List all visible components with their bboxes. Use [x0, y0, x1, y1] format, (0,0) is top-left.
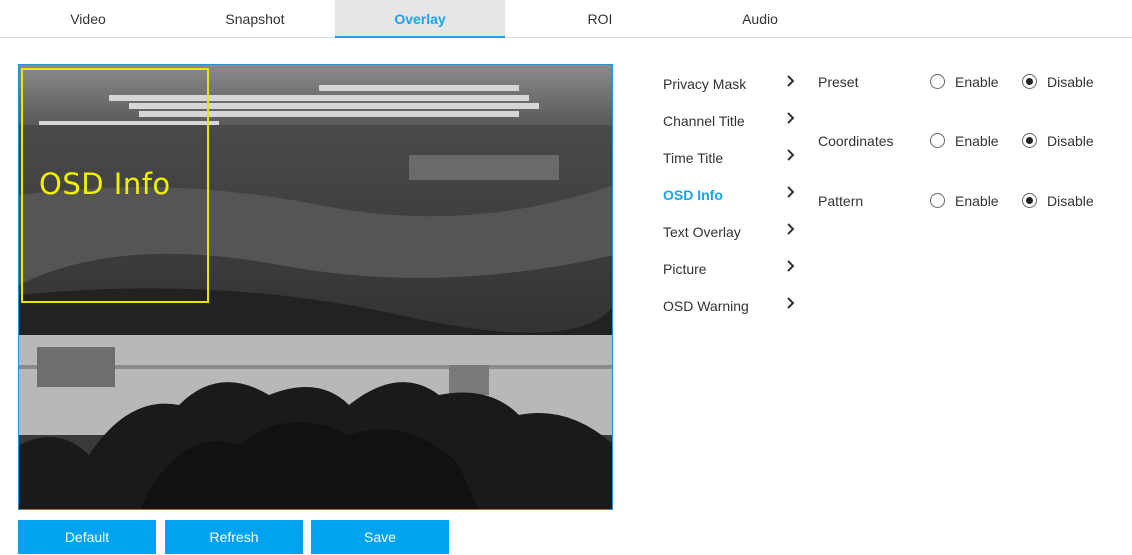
submenu-item-label: Picture — [663, 261, 707, 277]
radio-label: Enable — [955, 74, 999, 90]
setting-label: Preset — [818, 74, 859, 90]
tab-bar: Video Snapshot Overlay ROI Audio — [0, 0, 1132, 38]
submenu-item-osd-warning[interactable]: OSD Warning — [663, 288, 813, 324]
radio-circle-icon — [930, 193, 945, 208]
tab-snapshot[interactable]: Snapshot — [195, 0, 315, 38]
refresh-button[interactable]: Refresh — [165, 520, 303, 554]
radio-selected-dot — [1026, 197, 1033, 204]
radio-label: Disable — [1047, 193, 1094, 209]
tab-audio[interactable]: Audio — [710, 0, 810, 38]
chevron-right-icon — [787, 112, 795, 124]
default-button[interactable]: Default — [18, 520, 156, 554]
submenu-item-label: OSD Warning — [663, 298, 749, 314]
radio-label: Enable — [955, 193, 999, 209]
tab-overlay[interactable]: Overlay — [335, 0, 505, 38]
radio-circle-icon — [1022, 74, 1037, 89]
submenu-item-channel-title[interactable]: Channel Title — [663, 103, 813, 139]
tab-roi[interactable]: ROI — [555, 0, 645, 38]
submenu-item-label: Privacy Mask — [663, 76, 747, 92]
submenu-item-label: Time Title — [663, 150, 724, 166]
save-button[interactable]: Save — [311, 520, 449, 554]
osd-overlay-text: OSD Info — [39, 167, 171, 201]
submenu-item-picture[interactable]: Picture — [663, 251, 813, 287]
radio-circle-icon — [1022, 193, 1037, 208]
radio-circle-icon — [930, 74, 945, 89]
chevron-right-icon — [787, 75, 795, 87]
radio-circle-icon — [930, 133, 945, 148]
submenu-item-label: OSD Info — [663, 187, 723, 203]
radio-label: Disable — [1047, 74, 1094, 90]
radio-selected-dot — [1026, 78, 1033, 85]
submenu-item-label: Channel Title — [663, 113, 745, 129]
setting-row-preset: Preset Enable Disable — [818, 71, 1118, 95]
setting-row-pattern: Pattern Enable Disable — [818, 190, 1118, 214]
chevron-right-icon — [787, 149, 795, 161]
chevron-right-icon — [787, 186, 795, 198]
submenu-item-text-overlay[interactable]: Text Overlay — [663, 214, 813, 250]
chevron-right-icon — [787, 260, 795, 272]
setting-label: Pattern — [818, 193, 864, 209]
setting-label: Coordinates — [818, 133, 894, 149]
radio-label: Disable — [1047, 133, 1094, 149]
chevron-right-icon — [787, 223, 795, 235]
chevron-right-icon — [787, 297, 795, 309]
submenu-item-label: Text Overlay — [663, 224, 741, 240]
video-preview[interactable]: OSD Info — [18, 64, 613, 510]
submenu-item-privacy-mask[interactable]: Privacy Mask — [663, 66, 813, 102]
radio-label: Enable — [955, 133, 999, 149]
radio-circle-icon — [1022, 133, 1037, 148]
tab-video[interactable]: Video — [38, 0, 138, 38]
submenu-item-osd-info[interactable]: OSD Info — [663, 177, 813, 213]
submenu-item-time-title[interactable]: Time Title — [663, 140, 813, 176]
radio-selected-dot — [1026, 137, 1033, 144]
setting-row-coordinates: Coordinates Enable Disable — [818, 130, 1118, 154]
